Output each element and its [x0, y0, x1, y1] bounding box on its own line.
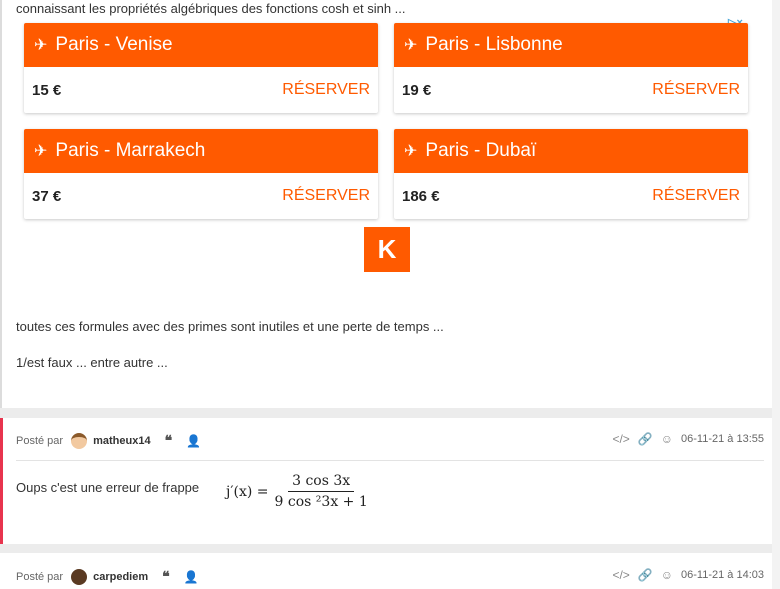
- post-2-text: Oups c'est une erreur de frappe: [16, 480, 200, 495]
- posted-by-label: Posté par: [16, 570, 64, 583]
- ad-card-route: Paris - Venise: [55, 34, 173, 55]
- post-2-actions: </> 🔗 ☺ 06-11-21 à 13:55: [612, 432, 764, 446]
- post-1-line-2: 1/est faux ... entre autre ...: [16, 355, 168, 370]
- plane-icon: ✈: [34, 143, 48, 160]
- post-1-border: [0, 0, 2, 408]
- ad-card-header: ✈ Paris - Lisbonne: [394, 23, 748, 67]
- ad-card-lisbonne[interactable]: ✈ Paris - Lisbonne 19 € RÉSERVER: [394, 23, 748, 113]
- plane-icon: ✈: [404, 143, 418, 160]
- ad-card-venise[interactable]: ✈ Paris - Venise 15 € RÉSERVER: [24, 23, 378, 113]
- formula-numerator: 3 cos 3x: [288, 473, 355, 492]
- plane-icon: ✈: [404, 37, 418, 54]
- avatar[interactable]: [71, 432, 88, 449]
- smile-icon[interactable]: ☺: [661, 432, 673, 446]
- post-3-meta: Posté par carpediem ❝ 👤: [16, 568, 199, 585]
- code-icon[interactable]: </>: [612, 568, 629, 582]
- posted-by-label: Posté par: [16, 434, 64, 447]
- ad-card-price: 37 €: [32, 187, 62, 205]
- plane-icon: ✈: [34, 37, 48, 54]
- ad-card-marrakech[interactable]: ✈ Paris - Marrakech 37 € RÉSERVER: [24, 129, 378, 219]
- formula-denominator: 9 cos ²3x + 1: [274, 494, 368, 510]
- post-3-actions: </> 🔗 ☺ 06-11-21 à 14:03: [612, 568, 764, 582]
- scrollbar[interactable]: [772, 0, 780, 589]
- ad-card-dubai[interactable]: ✈ Paris - Dubaï 186 € RÉSERVER: [394, 129, 748, 219]
- link-icon[interactable]: 🔗: [638, 432, 653, 446]
- user-icon[interactable]: 👤: [184, 570, 199, 584]
- post-1-line-1: toutes ces formules avec des primes sont…: [16, 319, 444, 334]
- quote-icon[interactable]: ❝: [162, 568, 170, 585]
- reserve-button[interactable]: RÉSERVER: [282, 81, 370, 99]
- reserve-button[interactable]: RÉSERVER: [652, 187, 740, 205]
- link-icon[interactable]: 🔗: [638, 568, 653, 582]
- ad-card-price: 15 €: [32, 81, 62, 99]
- formula-lhs: j′(x) =: [226, 483, 269, 500]
- post-date: 06-11-21 à 14:03: [681, 569, 764, 581]
- user-icon[interactable]: 👤: [186, 434, 201, 448]
- reserve-button[interactable]: RÉSERVER: [652, 81, 740, 99]
- author-name[interactable]: carpediem: [93, 571, 148, 583]
- ad-card-route: Paris - Lisbonne: [425, 34, 563, 55]
- author-name[interactable]: matheux14: [93, 435, 150, 447]
- ad-card-header: ✈ Paris - Marrakech: [24, 129, 378, 173]
- kayak-logo[interactable]: K: [364, 227, 410, 272]
- intro-text: connaissant les propriétés algébriques d…: [16, 1, 406, 16]
- post-1: connaissant les propriétés algébriques d…: [0, 0, 772, 408]
- ad-card-header: ✈ Paris - Venise: [24, 23, 378, 67]
- formula: j′(x) = 3 cos 3x 9 cos ²3x + 1: [226, 473, 368, 510]
- ad-card-price: 19 €: [402, 81, 432, 99]
- formula-fraction: 3 cos 3x 9 cos ²3x + 1: [275, 473, 368, 510]
- ad-card-route: Paris - Dubaï: [425, 140, 537, 161]
- smile-icon[interactable]: ☺: [661, 568, 673, 582]
- post-date: 06-11-21 à 13:55: [681, 433, 764, 445]
- quote-icon[interactable]: ❝: [165, 432, 173, 449]
- divider: [16, 460, 764, 461]
- post-2-meta: Posté par matheux14 ❝ 👤: [16, 432, 201, 449]
- avatar[interactable]: [71, 568, 88, 585]
- code-icon[interactable]: </>: [612, 432, 629, 446]
- ad-card-price: 186 €: [402, 187, 440, 205]
- reserve-button[interactable]: RÉSERVER: [282, 187, 370, 205]
- ad-card-header: ✈ Paris - Dubaï: [394, 129, 748, 173]
- ad-card-route: Paris - Marrakech: [55, 140, 206, 161]
